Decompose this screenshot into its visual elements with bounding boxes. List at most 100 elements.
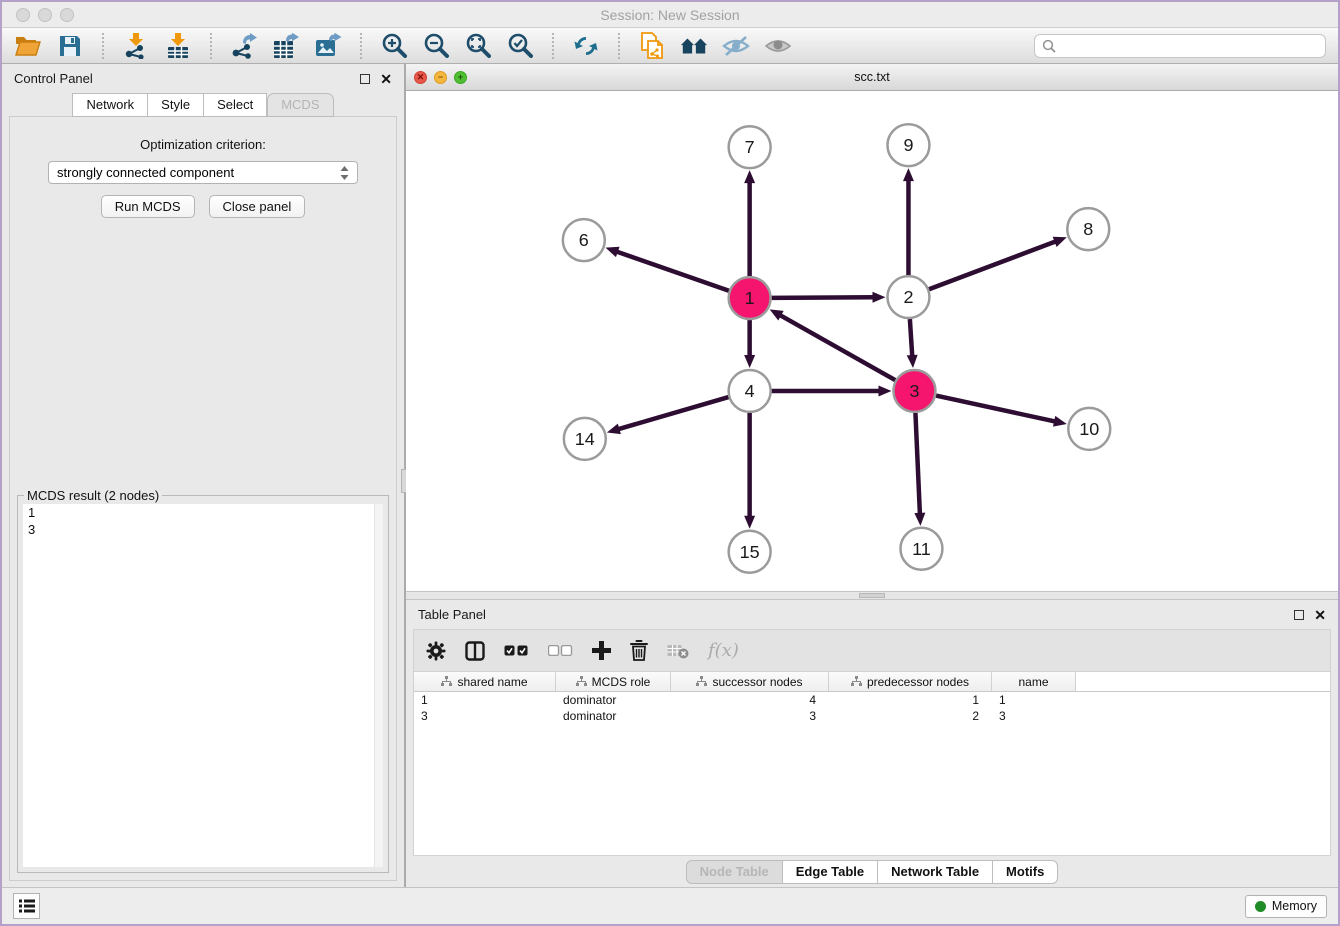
first-neighbors-icon[interactable] xyxy=(680,33,708,59)
table-cell[interactable]: 3 xyxy=(992,708,1076,724)
export-image-icon[interactable] xyxy=(314,33,342,59)
chevron-up-down-icon xyxy=(340,166,349,180)
graph-edge-arrowhead xyxy=(744,516,755,529)
control-tab-mcds[interactable]: MCDS xyxy=(267,93,333,117)
toolbar-separator xyxy=(360,33,362,59)
select-all-icon[interactable] xyxy=(504,638,529,664)
graph-edge-arrowhead xyxy=(605,247,619,257)
import-network-icon[interactable] xyxy=(122,33,150,59)
split-columns-icon[interactable] xyxy=(465,638,485,664)
graph-edge-arrowhead xyxy=(744,170,755,183)
close-panel-button[interactable]: Close panel xyxy=(209,195,306,218)
table-tab-motifs[interactable]: Motifs xyxy=(993,860,1058,884)
show-all-icon[interactable] xyxy=(764,33,792,59)
export-table-icon[interactable] xyxy=(272,33,300,59)
graph-edge-arrowhead xyxy=(914,513,925,526)
search-input[interactable] xyxy=(1061,38,1318,53)
control-panel-tabs: NetworkStyleSelectMCDS xyxy=(2,93,404,117)
export-network-icon[interactable] xyxy=(230,33,258,59)
hierarchy-icon xyxy=(851,676,862,687)
column-header-predecessor-nodes[interactable]: predecessor nodes xyxy=(829,672,992,691)
zoom-out-icon[interactable] xyxy=(422,33,450,59)
horizontal-splitter[interactable] xyxy=(406,591,1338,600)
show-panels-button[interactable] xyxy=(13,893,40,919)
column-header-label: name xyxy=(1018,675,1048,689)
hide-selected-icon[interactable] xyxy=(722,33,750,59)
network-canvas[interactable]: 7968124314101511 xyxy=(406,91,1338,591)
import-table-icon[interactable] xyxy=(164,33,192,59)
memory-status-icon xyxy=(1255,901,1266,912)
table-cell[interactable]: 4 xyxy=(671,692,829,708)
copy-network-icon[interactable] xyxy=(638,33,666,59)
table-cell[interactable]: dominator xyxy=(556,692,671,708)
graph-edge-4-14[interactable] xyxy=(617,397,728,429)
control-tab-style[interactable]: Style xyxy=(148,93,204,117)
control-panel-title: Control Panel xyxy=(14,71,93,86)
graph-edge-3-11[interactable] xyxy=(915,413,920,515)
table-cell[interactable]: 3 xyxy=(414,708,556,724)
graph-edge-3-1[interactable] xyxy=(779,315,895,380)
table-tab-edge-table[interactable]: Edge Table xyxy=(783,860,878,884)
float-panel-icon[interactable] xyxy=(360,74,370,84)
toolbar-separator xyxy=(552,33,554,59)
graph-edge-2-8[interactable] xyxy=(929,241,1056,289)
table-tabs: Node TableEdge TableNetwork TableMotifs xyxy=(406,856,1338,887)
control-tab-network[interactable]: Network xyxy=(72,93,148,117)
header-filler xyxy=(1076,672,1330,691)
add-column-icon[interactable] xyxy=(592,638,611,664)
column-header-MCDS-role[interactable]: MCDS role xyxy=(556,672,671,691)
memory-button[interactable]: Memory xyxy=(1245,895,1327,918)
control-panel: Control Panel ✕ NetworkStyleSelectMCDS O… xyxy=(2,64,406,887)
column-header-shared-name[interactable]: shared name xyxy=(414,672,556,691)
table-cell[interactable]: 2 xyxy=(829,708,992,724)
refresh-icon[interactable] xyxy=(572,33,600,59)
delete-table-icon[interactable] xyxy=(667,638,689,664)
graph-edge-1-2[interactable] xyxy=(772,297,875,298)
close-table-panel-icon[interactable]: ✕ xyxy=(1314,608,1326,622)
table-cell[interactable]: 3 xyxy=(671,708,829,724)
table-row[interactable]: 1dominator411 xyxy=(414,692,1330,708)
search-field[interactable] xyxy=(1034,34,1326,58)
zoom-selected-icon[interactable] xyxy=(506,33,534,59)
zoom-in-icon[interactable] xyxy=(380,33,408,59)
table-tab-node-table[interactable]: Node Table xyxy=(686,860,783,884)
splitter-grip[interactable] xyxy=(859,593,885,598)
column-header-label: MCDS role xyxy=(592,675,651,689)
run-mcds-button[interactable]: Run MCDS xyxy=(101,195,195,218)
graph-edge-3-10[interactable] xyxy=(936,396,1056,422)
column-header-successor-nodes[interactable]: successor nodes xyxy=(671,672,829,691)
table-cell[interactable]: 1 xyxy=(414,692,556,708)
network-window-titlebar[interactable]: ✕ − + scc.txt xyxy=(406,64,1338,91)
table-cell[interactable]: 1 xyxy=(829,692,992,708)
table-cell[interactable]: dominator xyxy=(556,708,671,724)
graph-node-label-6: 6 xyxy=(579,230,589,250)
toolbar-separator xyxy=(210,33,212,59)
memory-label: Memory xyxy=(1272,899,1317,913)
column-header-label: successor nodes xyxy=(712,675,802,689)
control-tab-select[interactable]: Select xyxy=(204,93,267,117)
mcds-result-list[interactable]: 13 xyxy=(23,504,383,867)
zoom-fit-icon[interactable] xyxy=(464,33,492,59)
optimization-criterion-select[interactable]: strongly connected component xyxy=(48,161,358,184)
delete-icon[interactable] xyxy=(630,638,648,664)
open-session-icon[interactable] xyxy=(14,33,42,59)
close-panel-icon[interactable]: ✕ xyxy=(380,72,392,86)
table-header-row: shared name MCDS role successor nodes prede… xyxy=(414,672,1330,692)
table-tab-network-table[interactable]: Network Table xyxy=(878,860,993,884)
column-header-name[interactable]: name xyxy=(992,672,1076,691)
gear-icon[interactable] xyxy=(426,638,446,664)
graph-edge-1-6[interactable] xyxy=(616,251,729,290)
table-cell[interactable]: 1 xyxy=(992,692,1076,708)
result-scrollbar[interactable] xyxy=(374,504,383,867)
network-view-window: ✕ − + scc.txt 7968124314101511 xyxy=(406,64,1338,591)
table-row[interactable]: 3dominator323 xyxy=(414,708,1330,724)
save-session-icon[interactable] xyxy=(56,33,84,59)
deselect-all-icon[interactable] xyxy=(548,638,573,664)
graph-edge-2-3[interactable] xyxy=(910,319,912,357)
float-table-panel-icon[interactable] xyxy=(1294,610,1304,620)
mcds-result-group: MCDS result (2 nodes) 13 xyxy=(17,495,389,873)
function-builder-icon[interactable]: f(x) xyxy=(708,638,739,664)
toolbar-separator xyxy=(102,33,104,59)
graph-node-label-8: 8 xyxy=(1083,219,1093,239)
title-bar: Session: New Session xyxy=(2,2,1338,28)
